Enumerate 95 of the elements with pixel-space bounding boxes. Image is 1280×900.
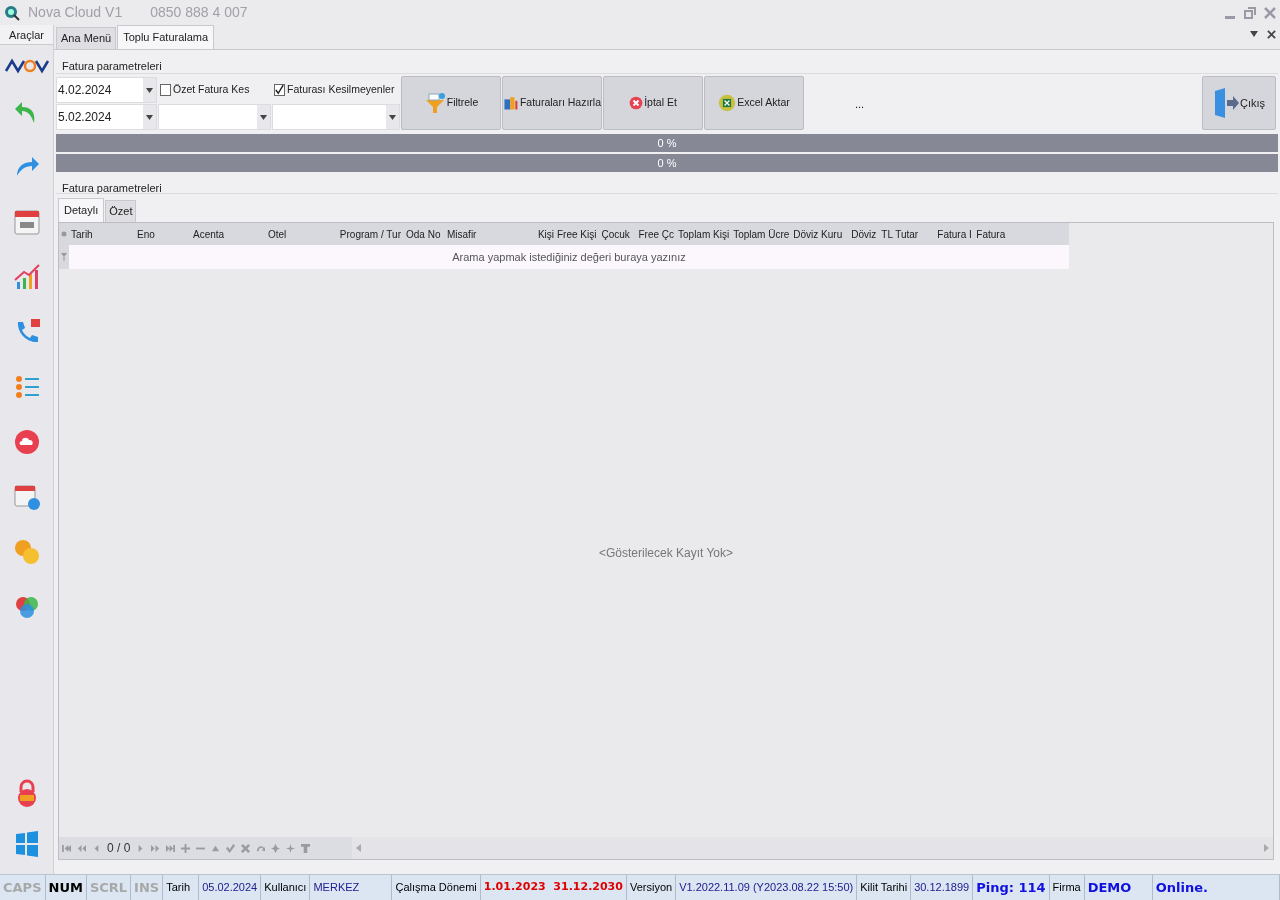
check-icon — [275, 84, 284, 96]
status-item: Versiyon — [626, 875, 677, 900]
tab[interactable]: Detaylı — [58, 198, 105, 222]
empty-message: <Gösterilecek Kayıt Yok> — [598, 545, 734, 562]
filter-icon[interactable] — [301, 843, 311, 853]
progress-reading: 0 % — [656, 156, 678, 171]
column-header[interactable]: Program / Tur — [330, 226, 404, 242]
caret-icon — [260, 114, 267, 120]
column-header[interactable]: Oda No — [404, 226, 445, 242]
column-header[interactable]: Free Kişi — [557, 226, 600, 242]
tab[interactable]: Özet — [105, 200, 137, 222]
key-indicator: SCRL — [86, 875, 132, 900]
key-indicator: INS — [131, 875, 164, 900]
last-page-icon[interactable] — [166, 843, 176, 853]
column-header[interactable]: TL Tutar — [879, 226, 936, 242]
dropdown-field[interactable] — [158, 104, 271, 130]
column-header[interactable]: Döviz — [849, 226, 880, 242]
star-icon[interactable] — [286, 843, 296, 853]
previous-icon[interactable] — [92, 843, 101, 853]
status-item: 30.12.1899 — [911, 875, 974, 900]
filter-pin-icon — [61, 253, 67, 261]
calendar-icon[interactable] — [11, 207, 42, 237]
toolbar-button[interactable]: Excel Aktar — [704, 76, 804, 130]
window-title: Nova Cloud V1 — [28, 3, 123, 22]
toolbar-button[interactable]: İptal Et — [603, 76, 703, 130]
status-item: Çalışma Dönemi — [392, 875, 481, 900]
refresh-icon[interactable] — [256, 843, 266, 853]
calendar-clock-icon[interactable] — [11, 482, 42, 512]
column-header[interactable]: Eno — [135, 226, 191, 242]
status-item: DEMO — [1084, 875, 1153, 900]
dropdown-field[interactable] — [272, 104, 400, 130]
column-header[interactable]: Kişi — [521, 226, 557, 242]
status-item: Kilit Tarihi — [857, 875, 912, 900]
column-header[interactable]: Tarih — [69, 226, 135, 242]
cancel-icon — [629, 96, 644, 110]
checkbox[interactable] — [160, 84, 171, 96]
column-header[interactable]: Acenta — [191, 226, 266, 242]
horizontal-scrollbar[interactable] — [352, 837, 1273, 859]
date-field[interactable]: 4.02.2024 — [56, 77, 157, 103]
caret-icon — [389, 114, 396, 120]
status-item: MERKEZ — [310, 875, 393, 900]
restore-icon[interactable] — [1244, 6, 1256, 19]
status-item: V1.2022.11.09 (Y2023.08.22 15:50) — [676, 875, 858, 900]
section-title: Fatura parametreleri — [56, 50, 1278, 74]
column-header[interactable]: Döviz Kuru — [791, 226, 850, 242]
scroll-right-icon[interactable] — [1264, 844, 1269, 852]
date-field[interactable]: 5.02.2024 — [56, 104, 157, 130]
status-item: Tarih — [163, 875, 200, 900]
next-page-icon[interactable] — [151, 843, 161, 853]
tab[interactable]: Toplu Faturalama — [117, 25, 215, 49]
column-header[interactable]: Otel — [266, 226, 330, 242]
previous-page-icon[interactable] — [77, 843, 86, 853]
status-item: Firma — [1049, 875, 1085, 900]
sidebar-title: Araçlar — [0, 25, 53, 45]
door-exit-icon — [1212, 88, 1239, 118]
cancel-icon[interactable] — [241, 843, 251, 853]
checkbox-option[interactable]: Özet Fatura Kes — [158, 77, 271, 103]
check-icon[interactable] — [226, 843, 236, 853]
column-header[interactable]: Fatura — [974, 226, 1008, 242]
windows-logo-icon[interactable] — [14, 830, 39, 858]
status-item: 05.02.2024 — [199, 875, 262, 900]
up-icon[interactable] — [211, 843, 221, 853]
caret-icon — [146, 87, 153, 93]
column-header[interactable]: Toplam Ücre — [731, 226, 792, 242]
more-text[interactable]: ... — [855, 96, 865, 113]
status-item: Ping: 114 — [973, 875, 1050, 900]
toolbar-button[interactable]: Faturaları Hazırla — [502, 76, 602, 130]
status-item: Online. — [1152, 875, 1280, 900]
column-header[interactable]: Toplam Kişi — [676, 226, 732, 242]
spreadsheet-icon — [718, 94, 737, 112]
section-title: Fatura parametreleri — [56, 174, 1278, 194]
column-header[interactable]: Free Çc — [636, 226, 676, 242]
row-indicator-icon — [61, 231, 67, 237]
dropdown-arrow-icon[interactable] — [1250, 31, 1258, 37]
exit-button[interactable]: Çıkış — [1202, 76, 1276, 130]
tab[interactable]: Ana Menü — [56, 27, 117, 49]
record-count: 0 / 0 — [107, 840, 131, 857]
toolbar-button[interactable]: Filtrele — [401, 76, 501, 130]
key-indicator: NUM — [45, 875, 87, 900]
scroll-left-icon[interactable] — [356, 844, 362, 852]
caret-icon — [146, 114, 153, 120]
first-page-icon[interactable] — [62, 843, 71, 853]
close-icon[interactable] — [1267, 30, 1276, 39]
column-header[interactable]: Çocuk — [599, 226, 637, 242]
add-icon[interactable] — [181, 843, 191, 853]
key-indicator: CAPS — [0, 875, 46, 900]
column-header[interactable]: Misafir — [445, 226, 521, 242]
checkbox-option[interactable]: Faturası Kesilmeyenler — [272, 77, 400, 103]
progress-reading: 0 % — [656, 136, 678, 151]
search-field[interactable]: Arama yapmak istediğiniz değeri buraya yazınız — [69, 245, 1069, 269]
status-item: 1.01.2023 31.12.2030 — [480, 875, 627, 900]
status-item: Kullanıcı — [261, 875, 311, 900]
checkbox[interactable] — [274, 84, 285, 96]
column-header[interactable]: Fatura I — [935, 226, 975, 242]
phone-number: 0850 888 4 007 — [150, 3, 248, 22]
